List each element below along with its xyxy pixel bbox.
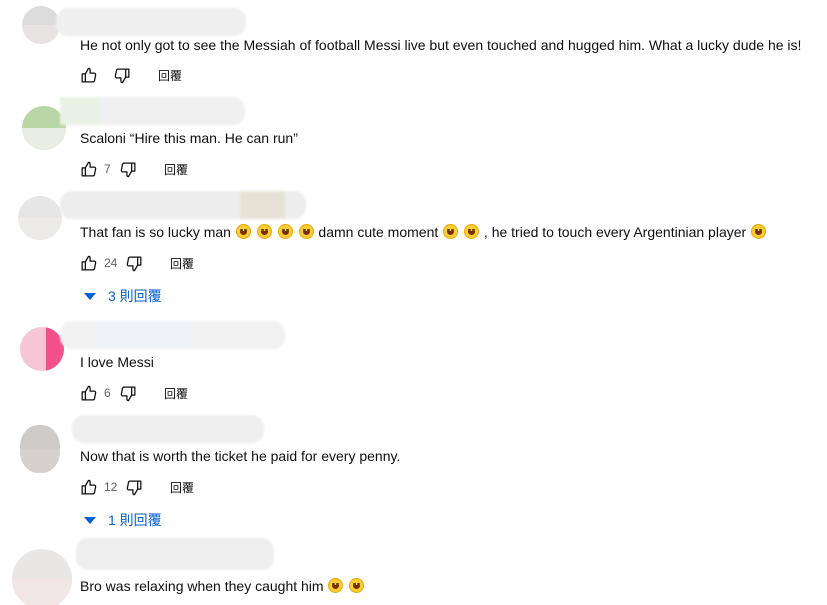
view-replies-button[interactable]: 1 則回覆 xyxy=(84,510,162,530)
replies-count-label: 3 則回覆 xyxy=(108,288,162,304)
replies-count-label: 1 則回覆 xyxy=(108,512,162,528)
thumbs-down-icon[interactable] xyxy=(124,477,144,497)
joy-emoji-icon xyxy=(464,224,480,239)
avatar[interactable] xyxy=(12,549,72,605)
rofl-emoji-icon xyxy=(751,224,767,239)
thumbs-up-icon[interactable] xyxy=(78,477,98,497)
joy-emoji-icon xyxy=(328,578,344,593)
comment-text: Now that is worth the ticket he paid for… xyxy=(80,448,401,464)
comment-text-part: That fan is so lucky man xyxy=(80,224,231,240)
comment-actions: 6 回覆 xyxy=(78,383,188,403)
avatar[interactable] xyxy=(20,327,64,371)
reply-button[interactable]: 回覆 xyxy=(170,255,194,272)
like-count: 7 xyxy=(104,162,111,176)
reply-button[interactable]: 回覆 xyxy=(158,67,182,84)
comment-text-part: , he tried to touch every Argentinian pl… xyxy=(483,224,747,240)
author-name-redacted xyxy=(60,97,245,125)
like-count: 6 xyxy=(104,386,111,400)
joy-emoji-icon xyxy=(349,578,365,593)
view-replies-button[interactable]: 3 則回覆 xyxy=(84,286,162,306)
comment-actions: 12 回覆 xyxy=(78,477,194,497)
comment-actions: 7 回覆 xyxy=(78,159,188,179)
rofl-emoji-icon xyxy=(298,224,314,239)
thumbs-down-icon[interactable] xyxy=(124,253,144,273)
comment-actions: 回覆 xyxy=(78,65,182,85)
caret-down-icon xyxy=(84,292,96,300)
comment-text: I love Messi xyxy=(80,354,154,370)
comment-text-part: Bro was relaxing when they caught him xyxy=(80,578,324,594)
thumbs-down-icon[interactable] xyxy=(118,159,138,179)
author-name-redacted xyxy=(76,538,274,570)
rofl-emoji-icon xyxy=(256,224,272,239)
comment-actions: 24 回覆 xyxy=(78,253,194,273)
thumbs-up-icon[interactable] xyxy=(78,65,98,85)
author-name-redacted xyxy=(56,8,246,36)
avatar[interactable] xyxy=(20,425,60,473)
avatar[interactable] xyxy=(22,6,60,44)
rofl-emoji-icon xyxy=(277,224,293,239)
joy-emoji-icon xyxy=(443,224,459,239)
comment-text: Bro was relaxing when they caught him xyxy=(80,576,365,596)
comment-text: He not only got to see the Messiah of fo… xyxy=(80,37,802,53)
reply-button[interactable]: 回覆 xyxy=(164,385,188,402)
comment-text-part: damn cute moment xyxy=(318,224,439,240)
comment-text: That fan is so lucky man damn cute momen… xyxy=(80,222,767,242)
rofl-emoji-icon xyxy=(235,224,251,239)
thumbs-down-icon[interactable] xyxy=(118,383,138,403)
avatar[interactable] xyxy=(18,196,62,240)
thumbs-up-icon[interactable] xyxy=(78,253,98,273)
author-name-redacted xyxy=(60,191,306,219)
comment-text: Scaloni “Hire this man. He can run” xyxy=(80,130,298,146)
like-count: 12 xyxy=(104,480,118,494)
reply-button[interactable]: 回覆 xyxy=(170,479,194,496)
reply-button[interactable]: 回覆 xyxy=(164,161,188,178)
thumbs-down-icon[interactable] xyxy=(112,65,132,85)
thumbs-up-icon[interactable] xyxy=(78,159,98,179)
caret-down-icon xyxy=(84,516,96,524)
like-count: 24 xyxy=(104,256,118,270)
author-name-redacted xyxy=(72,415,264,443)
author-name-redacted xyxy=(60,321,285,349)
thumbs-up-icon[interactable] xyxy=(78,383,98,403)
